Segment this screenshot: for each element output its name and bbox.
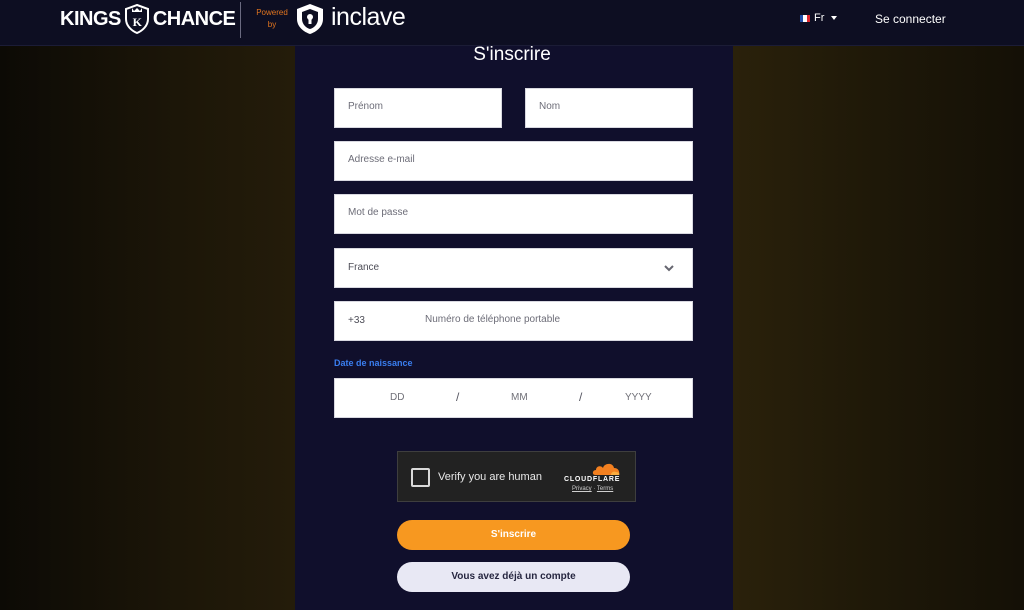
country-select[interactable]: France xyxy=(334,248,693,288)
dob-year[interactable]: YYYY xyxy=(625,392,652,403)
brand-right-text: CHANCE xyxy=(152,7,236,30)
brand-left-text: KINGS xyxy=(60,7,121,30)
first-name-placeholder: Prénom xyxy=(348,101,384,112)
chevron-down-icon xyxy=(664,265,674,272)
background-left xyxy=(0,46,295,610)
dob-separator: / xyxy=(456,390,460,404)
inclave-wordmark: inclave xyxy=(331,3,406,31)
header-divider xyxy=(240,2,241,38)
captcha-links: Privacy · Terms xyxy=(572,486,613,492)
dob-label: Date de naissance xyxy=(334,358,413,368)
kingschance-logo[interactable]: KINGS K CHANCE xyxy=(60,4,236,34)
cloudflare-brand: CLOUDFLARE xyxy=(564,476,621,483)
captcha-checkbox[interactable] xyxy=(411,468,430,487)
shield-crest-icon: K xyxy=(124,4,149,34)
dob-separator: / xyxy=(579,390,583,404)
cloudflare-cloud-icon xyxy=(592,463,620,475)
brand-mark-letter: K xyxy=(132,15,142,29)
powered-by-text: Powered by xyxy=(256,8,288,29)
last-name-placeholder: Nom xyxy=(539,101,561,112)
password-field[interactable]: Mot de passe xyxy=(334,194,693,234)
terms-link[interactable]: Terms xyxy=(597,486,613,492)
captcha-label: Verify you are human xyxy=(438,471,542,483)
caret-down-icon xyxy=(831,16,838,20)
captcha-widget: Verify you are human CLOUDFLARE Privacy … xyxy=(397,451,636,502)
have-account-button[interactable]: Vous avez déjà un compte xyxy=(397,562,630,592)
email-placeholder: Adresse e-mail xyxy=(348,154,415,165)
language-selector[interactable]: Fr xyxy=(800,12,838,24)
background-right xyxy=(733,46,1024,610)
signup-button[interactable]: S'inscrire xyxy=(397,520,630,550)
links-separator: · xyxy=(593,486,596,492)
dob-month[interactable]: MM xyxy=(511,392,528,403)
country-value: France xyxy=(348,262,380,273)
password-placeholder: Mot de passe xyxy=(348,207,409,218)
dob-field[interactable]: DD / MM / YYYY xyxy=(334,378,693,418)
top-navbar: KINGS K CHANCE Powered by inclave Fr Se … xyxy=(0,0,1024,46)
privacy-link[interactable]: Privacy xyxy=(572,486,592,492)
france-flag-icon xyxy=(800,14,810,22)
inclave-shield-icon xyxy=(297,4,323,34)
language-label: Fr xyxy=(814,12,825,24)
first-name-field[interactable]: Prénom xyxy=(334,88,502,128)
last-name-field[interactable]: Nom xyxy=(525,88,693,128)
email-field[interactable]: Adresse e-mail xyxy=(334,141,693,181)
dob-day[interactable]: DD xyxy=(390,392,404,403)
login-link[interactable]: Se connecter xyxy=(875,12,946,26)
page-title: S'inscrire xyxy=(473,44,551,65)
phone-field[interactable]: +33 Numéro de téléphone portable xyxy=(334,301,693,341)
phone-placeholder: Numéro de téléphone portable xyxy=(425,314,561,325)
phone-prefix[interactable]: +33 xyxy=(348,315,365,326)
